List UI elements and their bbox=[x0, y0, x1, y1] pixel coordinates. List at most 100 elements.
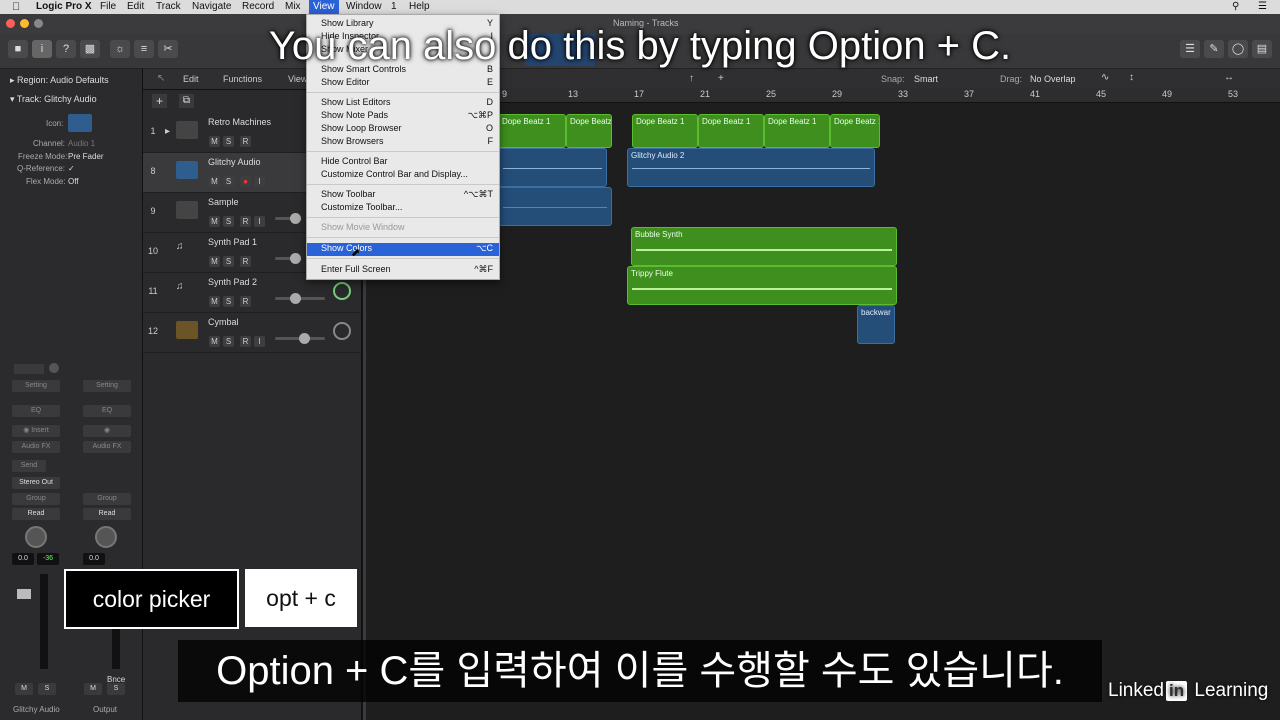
bar-ruler[interactable]: 9 13 17 21 25 29 33 37 41 45 49 53 bbox=[363, 88, 1280, 103]
channel-value[interactable]: Audio 1 bbox=[68, 139, 95, 148]
scissors-icon[interactable]: ✂ bbox=[158, 40, 178, 58]
menu-item-enter-full-screen[interactable]: Enter Full Screen bbox=[321, 264, 391, 274]
track-name[interactable]: Retro Machines bbox=[208, 117, 271, 127]
menu-item-show-colors[interactable]: Show Colors bbox=[321, 243, 372, 253]
duplicate-track-icon[interactable]: ⧉ bbox=[179, 94, 194, 108]
region-value[interactable]: Audio Defaults bbox=[50, 75, 109, 85]
browsers-icon[interactable]: ▤ bbox=[1252, 40, 1272, 58]
solo-button[interactable]: S bbox=[223, 136, 234, 147]
region-trippy-flute[interactable]: Trippy Flute bbox=[627, 266, 897, 305]
record-enable-icon[interactable]: ● bbox=[240, 176, 251, 187]
q-reference-checkbox[interactable]: ✓ bbox=[68, 164, 75, 173]
insert-button-1[interactable]: ◉ Insert bbox=[12, 425, 60, 437]
mute-button-2[interactable]: M bbox=[84, 683, 102, 695]
menu-item-show-note-pads[interactable]: Show Note Pads bbox=[321, 110, 388, 120]
menu-item-show-toolbar[interactable]: Show Toolbar bbox=[321, 189, 375, 199]
menu-item-customize-control-bar[interactable]: Customize Control Bar and Display... bbox=[321, 169, 468, 179]
pointer-tool-icon[interactable]: ↑ bbox=[689, 73, 694, 84]
region-sample[interactable] bbox=[498, 187, 612, 226]
flex-mode-value[interactable]: Off bbox=[68, 177, 79, 186]
solo-button[interactable]: S bbox=[223, 176, 234, 187]
region-disclosure-icon[interactable]: ▸ bbox=[10, 75, 15, 85]
menu-mix[interactable]: Mix bbox=[285, 1, 301, 12]
mute-button[interactable]: M bbox=[209, 256, 220, 267]
group-button-2[interactable]: Group bbox=[83, 493, 131, 505]
track-value[interactable]: Glitchy Audio bbox=[44, 94, 97, 104]
volume-slider[interactable] bbox=[275, 333, 325, 344]
menu-track[interactable]: Track bbox=[156, 1, 181, 12]
library-icon[interactable]: ■ bbox=[8, 40, 28, 58]
track-name[interactable]: Cymbal bbox=[208, 317, 239, 327]
volume-knob[interactable] bbox=[290, 293, 301, 304]
mute-button[interactable]: M bbox=[209, 216, 220, 227]
solo-button-1[interactable]: S bbox=[38, 683, 56, 695]
menu-help[interactable]: Help bbox=[409, 1, 430, 12]
region-glitchy-audio[interactable] bbox=[498, 148, 607, 187]
solo-button[interactable]: S bbox=[223, 256, 234, 267]
input-monitor-button[interactable]: I bbox=[254, 176, 265, 187]
waveform-zoom-icon[interactable]: ∿ bbox=[1101, 72, 1109, 83]
drag-select[interactable]: No Overlap bbox=[1030, 74, 1076, 84]
mixer-icon[interactable]: ≡ bbox=[134, 40, 154, 58]
back-icon[interactable]: ↖ bbox=[157, 73, 165, 84]
input-gain-knob[interactable] bbox=[49, 363, 59, 373]
menu-navigate[interactable]: Navigate bbox=[192, 1, 231, 12]
output-button-1[interactable]: Stereo Out bbox=[12, 477, 60, 489]
solo-button[interactable]: S bbox=[223, 296, 234, 307]
edit-menu[interactable]: Edit bbox=[183, 74, 199, 84]
volume-knob[interactable] bbox=[290, 253, 301, 264]
functions-menu[interactable]: Functions bbox=[223, 74, 262, 84]
snap-select[interactable]: Smart bbox=[914, 74, 938, 84]
add-track-button[interactable]: + bbox=[152, 94, 167, 108]
audio-fx-button-2[interactable]: Audio FX bbox=[83, 441, 131, 453]
region-dope-beatz[interactable]: Dope Beatz 1 bbox=[498, 114, 566, 148]
pan-knob-1[interactable] bbox=[25, 526, 47, 548]
pan-knob-2[interactable] bbox=[95, 526, 117, 548]
region-backwar[interactable]: backwar bbox=[857, 305, 895, 344]
region-bubble-synth[interactable]: Bubble Synth bbox=[631, 227, 897, 266]
input-monitor-button[interactable]: I bbox=[254, 216, 265, 227]
input-monitor-button[interactable]: I bbox=[254, 336, 265, 347]
view-menu-local[interactable]: View bbox=[288, 74, 307, 84]
automation-button-1[interactable]: Read bbox=[12, 508, 60, 520]
disclosure-triangle-icon[interactable]: ▸ bbox=[165, 126, 170, 137]
record-button[interactable]: R bbox=[240, 336, 251, 347]
pan-knob[interactable] bbox=[333, 322, 351, 340]
solo-button-2[interactable]: S bbox=[107, 683, 125, 695]
record-button[interactable]: R bbox=[240, 216, 251, 227]
list-editors-icon[interactable]: ☰ bbox=[1180, 40, 1200, 58]
eye-toggle-2[interactable]: ◉ bbox=[83, 425, 131, 437]
menu-file[interactable]: File bbox=[100, 1, 116, 12]
mute-button[interactable]: M bbox=[209, 336, 220, 347]
horizontal-zoom-icon[interactable]: ↔ bbox=[1224, 72, 1234, 83]
freeze-mode-value[interactable]: Pre Fader bbox=[68, 152, 104, 161]
record-button[interactable]: R bbox=[240, 256, 251, 267]
send-button-1[interactable]: Send bbox=[12, 460, 46, 472]
menu-window[interactable]: Window bbox=[346, 1, 382, 12]
eq-button-1[interactable]: EQ bbox=[12, 405, 60, 417]
volume-knob[interactable] bbox=[290, 213, 301, 224]
menu-item-hide-control-bar[interactable]: Hide Control Bar bbox=[321, 156, 388, 166]
volume-slider[interactable] bbox=[275, 253, 301, 264]
menu-edit[interactable]: Edit bbox=[127, 1, 144, 12]
vertical-fit-icon[interactable]: ↕ bbox=[1129, 72, 1134, 83]
menu-item-show-browsers[interactable]: Show Browsers bbox=[321, 136, 384, 146]
track-header[interactable]: 12 Cymbal M S R I bbox=[143, 313, 361, 353]
automation-button-2[interactable]: Read bbox=[83, 508, 131, 520]
record-button[interactable]: R bbox=[240, 296, 251, 307]
setting-button-1[interactable]: Setting bbox=[12, 380, 60, 392]
menu-item-show-list-editors[interactable]: Show List Editors bbox=[321, 97, 391, 107]
mute-button[interactable]: M bbox=[209, 136, 220, 147]
apple-icon[interactable]:  bbox=[12, 1, 20, 13]
close-window-button[interactable] bbox=[6, 19, 15, 28]
menu-item-customize-toolbar[interactable]: Customize Toolbar... bbox=[321, 202, 402, 212]
solo-button[interactable]: S bbox=[223, 336, 234, 347]
volume-fader-1[interactable] bbox=[17, 589, 31, 599]
mute-button[interactable]: M bbox=[209, 296, 220, 307]
setting-button-2[interactable]: Setting bbox=[83, 380, 131, 392]
app-menu[interactable]: Logic Pro X bbox=[36, 1, 92, 12]
group-button-1[interactable]: Group bbox=[12, 493, 60, 505]
loops-icon[interactable]: ◯ bbox=[1228, 40, 1248, 58]
menu-record[interactable]: Record bbox=[242, 1, 274, 12]
volume-slider[interactable] bbox=[275, 293, 325, 304]
